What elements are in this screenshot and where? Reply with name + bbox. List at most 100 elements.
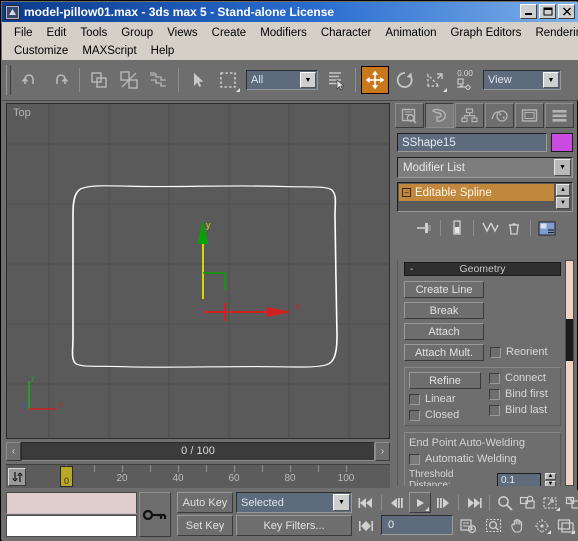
chevron-down-icon[interactable]: ▼ [554,159,571,176]
menu-character[interactable]: Character [314,26,379,40]
menu-help[interactable]: Help [144,44,182,58]
connect-checkbox-row[interactable]: Connect [489,372,556,384]
minimize-button[interactable] [520,4,537,19]
key-mode-combo[interactable]: Selected ▼ [236,492,352,513]
set-key-button[interactable]: Set Key [177,515,233,536]
toolbar-grip[interactable] [6,65,11,95]
threshold-value-field[interactable]: 0.1 [497,472,541,486]
chevron-down-icon[interactable]: ▼ [333,494,350,511]
remove-modifier-icon[interactable] [502,218,525,238]
selection-filter-combo[interactable]: All ▼ [246,70,318,90]
break-button[interactable]: Break [404,302,484,319]
zoom-icon[interactable] [494,492,516,513]
play-animation-icon[interactable] [409,492,431,513]
go-to-end-icon[interactable] [463,492,485,513]
unlink-selection-icon[interactable] [115,66,143,94]
bind-first-checkbox-row[interactable]: Bind first [489,388,556,400]
menu-modifiers[interactable]: Modifiers [253,26,314,40]
object-color-swatch[interactable] [551,133,573,152]
select-and-link-icon[interactable] [85,66,113,94]
pin-stack-icon[interactable] [412,218,435,238]
reference-coordinate-system-combo[interactable]: View ▼ [483,70,561,90]
status-line[interactable] [6,515,137,537]
menu-views[interactable]: Views [160,26,204,40]
linear-checkbox[interactable] [409,393,420,405]
menu-graph-editors[interactable]: Graph Editors [443,26,528,40]
viewport-label[interactable]: Top [13,107,31,119]
track-bar[interactable]: 20 40 60 80 100 0 [6,464,390,488]
automatic-welding-checkbox-row[interactable]: Automatic Welding [409,453,556,465]
menu-tools[interactable]: Tools [73,26,114,40]
chevron-down-icon[interactable]: ▼ [543,72,559,88]
linear-checkbox-row[interactable]: Linear [409,393,481,405]
select-object-icon[interactable] [184,66,212,94]
create-tab-icon[interactable] [395,103,424,128]
bind-last-checkbox-row[interactable]: Bind last [489,404,556,416]
menu-maxscript[interactable]: MAXScript [75,44,143,58]
zoom-extents-all-icon[interactable] [563,492,578,513]
menu-create[interactable]: Create [205,26,254,40]
bind-to-space-warp-icon[interactable] [145,66,173,94]
time-slider-next-button[interactable]: › [375,441,390,461]
close-button[interactable] [558,4,575,19]
time-configuration-icon[interactable] [457,515,479,536]
go-to-start-icon[interactable] [355,492,377,513]
reorient-checkbox[interactable] [490,346,501,358]
chevron-down-icon[interactable]: ▼ [300,72,316,88]
make-unique-icon[interactable] [478,218,501,238]
reorient-checkbox-row[interactable]: Reorient [490,346,548,358]
rollout-header-geometry[interactable]: - Geometry [404,262,561,276]
hierarchy-tab-icon[interactable] [455,103,484,128]
attach-button[interactable]: Attach [404,323,484,340]
time-marker[interactable]: 0 [60,466,73,487]
select-and-move-icon[interactable] [361,66,389,94]
select-by-name-icon[interactable] [322,66,350,94]
viewport-top[interactable]: y x y x z Top [6,103,390,439]
time-slider-field[interactable]: 0 / 100 [21,441,375,461]
time-slider[interactable]: ‹ 0 / 100 › [6,441,390,461]
configure-modifier-sets-icon[interactable] [535,218,558,238]
motion-tab-icon[interactable] [485,103,514,128]
lock-selection-icon[interactable] [139,492,171,537]
bind-first-checkbox[interactable] [489,388,500,400]
closed-checkbox-row[interactable]: Closed [409,409,481,421]
show-end-result-icon[interactable] [445,218,468,238]
select-and-uniform-scale-icon[interactable] [421,66,449,94]
modify-tab-icon[interactable] [425,103,454,128]
pan-view-icon[interactable] [507,515,529,536]
next-frame-icon[interactable] [432,492,454,513]
bind-last-checkbox[interactable] [489,404,500,416]
modifier-stack[interactable]: − Editable Spline ▲ ▼ [397,182,573,212]
redo-icon[interactable] [46,66,74,94]
menu-animation[interactable]: Animation [378,26,443,40]
create-line-button[interactable]: Create Line [404,281,484,298]
closed-checkbox[interactable] [409,409,420,421]
menu-file[interactable]: File [7,26,40,40]
scrollbar-thumb[interactable] [566,319,573,361]
system-menu-icon[interactable] [5,4,20,20]
connect-checkbox[interactable] [489,372,500,384]
command-panel-scrollbar[interactable] [565,260,574,486]
object-name-field[interactable]: SShape15 [397,133,547,152]
time-slider-prev-button[interactable]: ‹ [6,441,21,461]
menu-rendering[interactable]: Rendering [528,26,578,40]
refine-button[interactable]: Refine [409,372,481,389]
utilities-tab-icon[interactable] [545,103,574,128]
expand-collapse-icon[interactable]: − [402,188,411,197]
previous-frame-icon[interactable] [386,492,408,513]
automatic-welding-checkbox[interactable] [409,453,420,465]
stack-scroll-up-icon[interactable]: ▲ [556,184,570,196]
auto-key-button[interactable]: Auto Key [177,492,233,513]
key-mode-toggle-icon[interactable] [355,515,377,536]
zoom-region-icon[interactable] [483,515,505,536]
select-and-rotate-icon[interactable] [391,66,419,94]
viewport-canvas[interactable]: y x y x z [7,104,389,438]
rectangular-selection-region-icon[interactable] [214,66,242,94]
min-max-viewport-toggle-icon[interactable] [555,515,577,536]
current-frame-field[interactable]: 0 [381,515,453,535]
attach-mult-button[interactable]: Attach Mult. [404,344,484,361]
key-filters-button[interactable]: Key Filters... [236,515,352,536]
display-tab-icon[interactable] [515,103,544,128]
use-pivot-point-center-icon[interactable]: 0.00 [451,66,479,94]
menu-customize[interactable]: Customize [7,44,75,58]
